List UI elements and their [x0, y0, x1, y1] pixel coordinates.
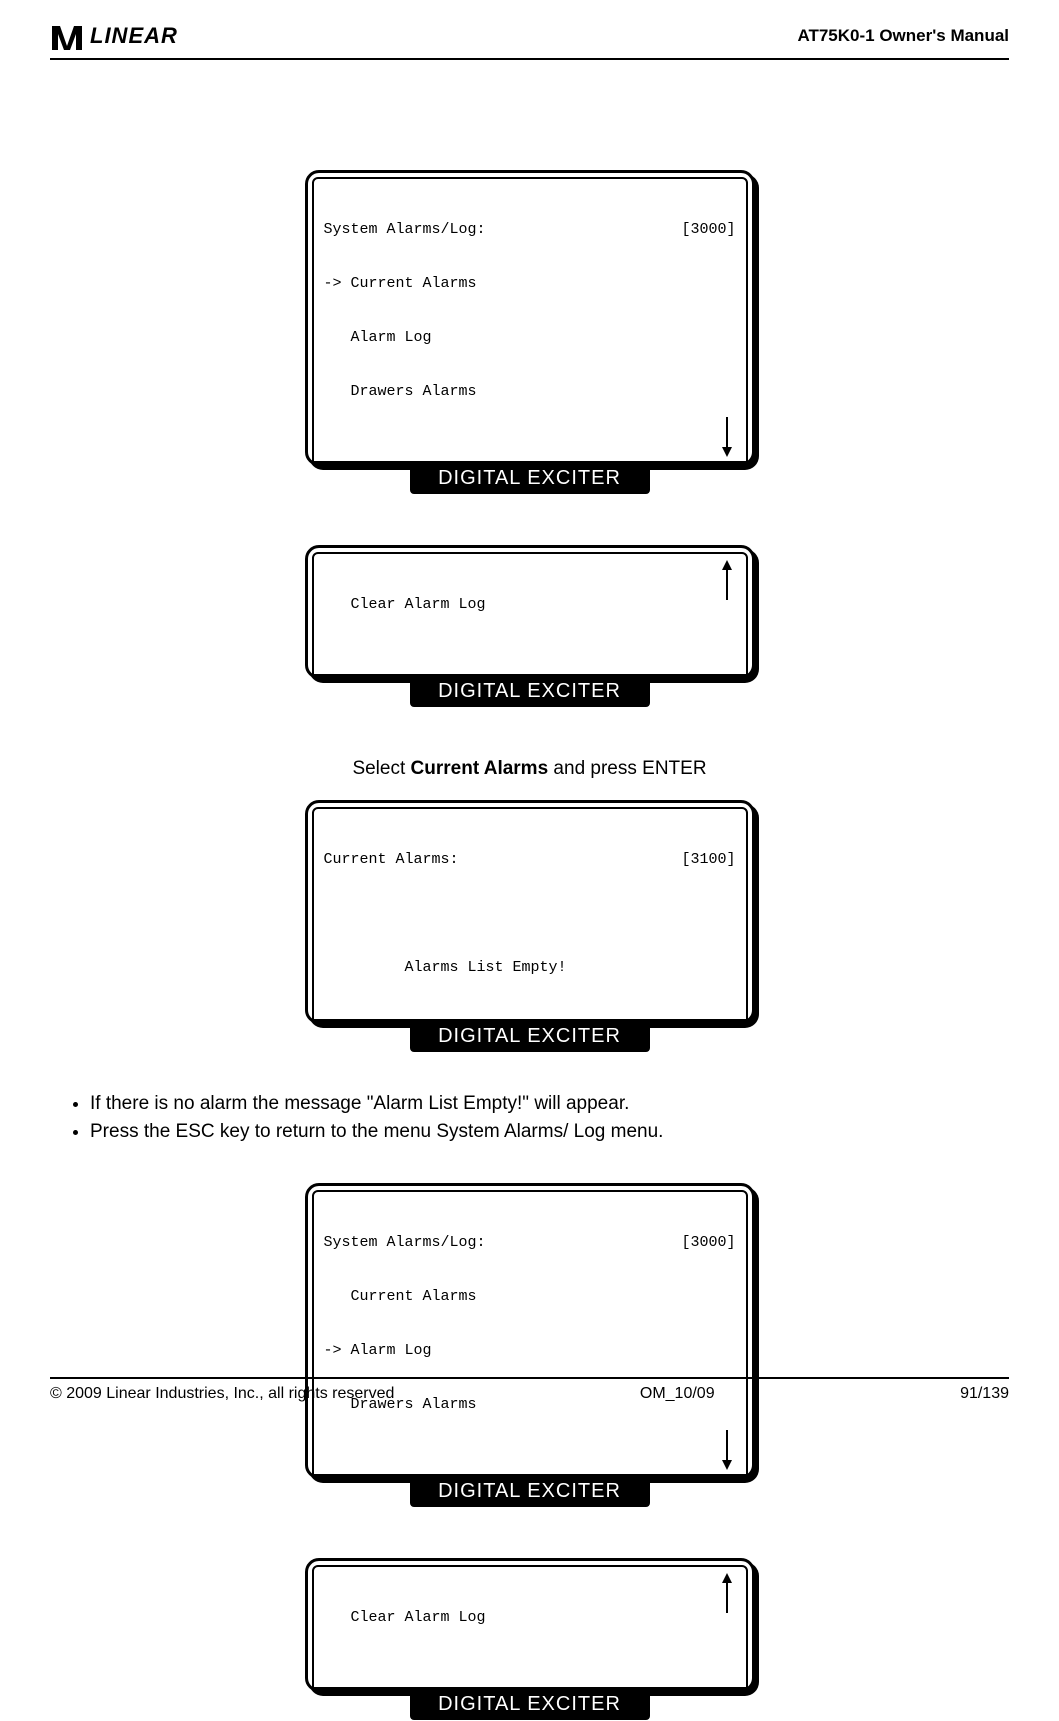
- screen4-label: DIGITAL EXCITER: [410, 1478, 650, 1507]
- instruction-bullets: If there is no alarm the message "Alarm …: [70, 1093, 1009, 1143]
- logo-mark-icon: [50, 20, 84, 52]
- arrow-up-icon: [720, 1573, 734, 1615]
- manual-title: AT75K0-1 Owner's Manual: [797, 26, 1009, 46]
- arrow-down-icon: [720, 1428, 734, 1470]
- screen4-code: [3000]: [681, 1234, 735, 1252]
- screen3-label: DIGITAL EXCITER: [410, 1023, 650, 1052]
- logo-text: LINEAR: [90, 23, 178, 49]
- screen5-label: DIGITAL EXCITER: [410, 1691, 650, 1720]
- screen1-title: System Alarms/Log:: [324, 221, 486, 239]
- footer-copyright: © 2009 Linear Industries, Inc., all righ…: [50, 1385, 394, 1403]
- lcd-screen-current-alarms: Current Alarms: [3100] Alarms List Empty…: [305, 800, 755, 1053]
- footer-page-number: 91/139: [960, 1385, 1009, 1403]
- bullet-2: Press the ESC key to return to the menu …: [90, 1121, 1009, 1143]
- screen4-line2: Current Alarms: [324, 1288, 736, 1306]
- page-footer: © 2009 Linear Industries, Inc., all righ…: [50, 1377, 1009, 1403]
- screen1-line2: -> Current Alarms: [324, 275, 736, 293]
- screen1-code: [3000]: [681, 221, 735, 239]
- screen1-label: DIGITAL EXCITER: [410, 465, 650, 494]
- lcd-screen-clear-log-1: Clear Alarm Log DIGITAL EXCITER: [305, 545, 755, 708]
- screen5-line1: Clear Alarm Log: [324, 1609, 736, 1627]
- screen3-title: Current Alarms:: [324, 851, 459, 869]
- screen1-line3: Alarm Log: [324, 329, 736, 347]
- arrow-down-icon: [720, 415, 734, 457]
- page-header: LINEAR AT75K0-1 Owner's Manual: [50, 20, 1009, 60]
- bullet-1: If there is no alarm the message "Alarm …: [90, 1093, 1009, 1115]
- screen4-title: System Alarms/Log:: [324, 1234, 486, 1252]
- arrow-up-icon: [720, 560, 734, 602]
- screen2-line1: Clear Alarm Log: [324, 596, 736, 614]
- lcd-screen-clear-log-2: Clear Alarm Log DIGITAL EXCITER: [305, 1558, 755, 1721]
- screen2-label: DIGITAL EXCITER: [410, 678, 650, 707]
- lcd-screen-system-alarms-2: System Alarms/Log: [3000] Current Alarms…: [305, 1183, 755, 1508]
- screen3-line3: Alarms List Empty!: [324, 959, 736, 977]
- brand-logo: LINEAR: [50, 20, 178, 52]
- footer-doc-id: OM_10/09: [640, 1385, 715, 1403]
- lcd-screen-system-alarms-1: System Alarms/Log: [3000] -> Current Ala…: [305, 170, 755, 495]
- instruction-text: Select Current Alarms and press ENTER: [50, 758, 1009, 780]
- screen1-line4: Drawers Alarms: [324, 383, 736, 401]
- screen3-code: [3100]: [681, 851, 735, 869]
- screen4-line3: -> Alarm Log: [324, 1342, 736, 1360]
